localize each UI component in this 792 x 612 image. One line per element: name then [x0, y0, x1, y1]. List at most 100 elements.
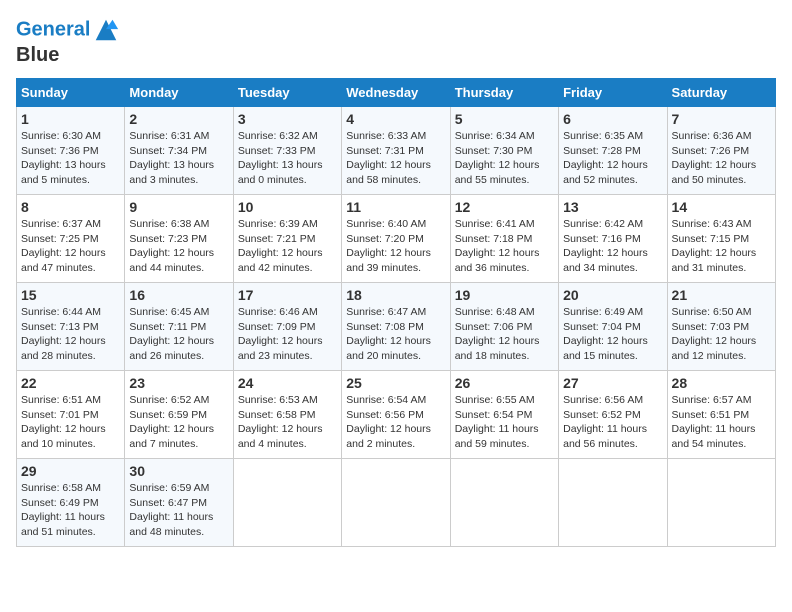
- day-info: Sunrise: 6:39 AMSunset: 7:21 PMDaylight:…: [238, 217, 337, 276]
- day-number: 12: [455, 199, 554, 215]
- calendar-cell: [667, 459, 775, 547]
- day-number: 30: [129, 463, 228, 479]
- day-info: Sunrise: 6:48 AMSunset: 7:06 PMDaylight:…: [455, 305, 554, 364]
- calendar-cell: 13 Sunrise: 6:42 AMSunset: 7:16 PMDayligh…: [559, 195, 667, 283]
- day-number: 3: [238, 111, 337, 127]
- header: GeneralBlue: [16, 16, 776, 66]
- calendar-cell: 20 Sunrise: 6:49 AMSunset: 7:04 PMDayligh…: [559, 283, 667, 371]
- day-number: 18: [346, 287, 445, 303]
- day-info: Sunrise: 6:40 AMSunset: 7:20 PMDaylight:…: [346, 217, 445, 276]
- calendar-cell: 8 Sunrise: 6:37 AMSunset: 7:25 PMDaylight…: [17, 195, 125, 283]
- day-info: Sunrise: 6:34 AMSunset: 7:30 PMDaylight:…: [455, 129, 554, 188]
- day-number: 24: [238, 375, 337, 391]
- day-info: Sunrise: 6:58 AMSunset: 6:49 PMDaylight:…: [21, 481, 120, 540]
- calendar-cell: 10Sunrise: 6:39 AMSunset: 7:21 PMDayligh…: [233, 195, 341, 283]
- calendar-cell: 12 Sunrise: 6:41 AMSunset: 7:18 PMDayligh…: [450, 195, 558, 283]
- calendar-cell: 19 Sunrise: 6:48 AMSunset: 7:06 PMDayligh…: [450, 283, 558, 371]
- day-number: 8: [21, 199, 120, 215]
- day-number: 7: [672, 111, 771, 127]
- day-info: Sunrise: 6:50 AMSunset: 7:03 PMDaylight:…: [672, 305, 771, 364]
- calendar-cell: 18 Sunrise: 6:47 AMSunset: 7:08 PMDayligh…: [342, 283, 450, 371]
- day-info: Sunrise: 6:32 AMSunset: 7:33 PMDaylight:…: [238, 129, 337, 188]
- calendar-cell: [233, 459, 341, 547]
- day-info: Sunrise: 6:33 AMSunset: 7:31 PMDaylight:…: [346, 129, 445, 188]
- calendar-cell: 1 Sunrise: 6:30 AMSunset: 7:36 PMDaylight…: [17, 107, 125, 195]
- calendar-cell: 11 Sunrise: 6:40 AMSunset: 7:20 PMDayligh…: [342, 195, 450, 283]
- day-info: Sunrise: 6:41 AMSunset: 7:18 PMDaylight:…: [455, 217, 554, 276]
- calendar-cell: [342, 459, 450, 547]
- day-number: 9: [129, 199, 228, 215]
- calendar-cell: 26Sunrise: 6:55 AMSunset: 6:54 PMDayligh…: [450, 371, 558, 459]
- col-header-saturday: Saturday: [667, 79, 775, 107]
- day-info: Sunrise: 6:36 AMSunset: 7:26 PMDaylight:…: [672, 129, 771, 188]
- calendar-cell: 22 Sunrise: 6:51 AMSunset: 7:01 PMDayligh…: [17, 371, 125, 459]
- day-info: Sunrise: 6:43 AMSunset: 7:15 PMDaylight:…: [672, 217, 771, 276]
- day-info: Sunrise: 6:44 AMSunset: 7:13 PMDaylight:…: [21, 305, 120, 364]
- day-info: Sunrise: 6:46 AMSunset: 7:09 PMDaylight:…: [238, 305, 337, 364]
- day-number: 5: [455, 111, 554, 127]
- day-info: Sunrise: 6:45 AMSunset: 7:11 PMDaylight:…: [129, 305, 228, 364]
- calendar-cell: 9 Sunrise: 6:38 AMSunset: 7:23 PMDaylight…: [125, 195, 233, 283]
- calendar-cell: 6 Sunrise: 6:35 AMSunset: 7:28 PMDaylight…: [559, 107, 667, 195]
- day-info: Sunrise: 6:42 AMSunset: 7:16 PMDaylight:…: [563, 217, 662, 276]
- day-number: 6: [563, 111, 662, 127]
- calendar-cell: 29Sunrise: 6:58 AMSunset: 6:49 PMDayligh…: [17, 459, 125, 547]
- col-header-thursday: Thursday: [450, 79, 558, 107]
- calendar-cell: 30 Sunrise: 6:59 AMSunset: 6:47 PMDayligh…: [125, 459, 233, 547]
- col-header-monday: Monday: [125, 79, 233, 107]
- day-number: 13: [563, 199, 662, 215]
- col-header-wednesday: Wednesday: [342, 79, 450, 107]
- day-info: Sunrise: 6:38 AMSunset: 7:23 PMDaylight:…: [129, 217, 228, 276]
- day-number: 14: [672, 199, 771, 215]
- day-number: 21: [672, 287, 771, 303]
- calendar-cell: 3 Sunrise: 6:32 AMSunset: 7:33 PMDaylight…: [233, 107, 341, 195]
- logo-text: GeneralBlue: [16, 16, 120, 66]
- day-info: Sunrise: 6:59 AMSunset: 6:47 PMDaylight:…: [129, 481, 228, 540]
- day-number: 19: [455, 287, 554, 303]
- day-number: 15: [21, 287, 120, 303]
- calendar-cell: 5 Sunrise: 6:34 AMSunset: 7:30 PMDaylight…: [450, 107, 558, 195]
- calendar-cell: 24 Sunrise: 6:53 AMSunset: 6:58 PMDayligh…: [233, 371, 341, 459]
- calendar-cell: 15 Sunrise: 6:44 AMSunset: 7:13 PMDayligh…: [17, 283, 125, 371]
- day-number: 20: [563, 287, 662, 303]
- calendar-cell: 7 Sunrise: 6:36 AMSunset: 7:26 PMDaylight…: [667, 107, 775, 195]
- day-info: Sunrise: 6:51 AMSunset: 7:01 PMDaylight:…: [21, 393, 120, 452]
- day-number: 27: [563, 375, 662, 391]
- calendar-cell: 27 Sunrise: 6:56 AMSunset: 6:52 PMDayligh…: [559, 371, 667, 459]
- day-info: Sunrise: 6:53 AMSunset: 6:58 PMDaylight:…: [238, 393, 337, 452]
- day-number: 4: [346, 111, 445, 127]
- col-header-friday: Friday: [559, 79, 667, 107]
- day-number: 22: [21, 375, 120, 391]
- day-number: 11: [346, 199, 445, 215]
- day-info: Sunrise: 6:52 AMSunset: 6:59 PMDaylight:…: [129, 393, 228, 452]
- calendar-cell: 14 Sunrise: 6:43 AMSunset: 7:15 PMDayligh…: [667, 195, 775, 283]
- day-number: 23: [129, 375, 228, 391]
- calendar-table: SundayMondayTuesdayWednesdayThursdayFrid…: [16, 78, 776, 547]
- day-info: Sunrise: 6:37 AMSunset: 7:25 PMDaylight:…: [21, 217, 120, 276]
- calendar-cell: 4 Sunrise: 6:33 AMSunset: 7:31 PMDaylight…: [342, 107, 450, 195]
- day-number: 2: [129, 111, 228, 127]
- day-number: 28: [672, 375, 771, 391]
- day-info: Sunrise: 6:47 AMSunset: 7:08 PMDaylight:…: [346, 305, 445, 364]
- calendar-cell: 2 Sunrise: 6:31 AMSunset: 7:34 PMDaylight…: [125, 107, 233, 195]
- day-info: Sunrise: 6:49 AMSunset: 7:04 PMDaylight:…: [563, 305, 662, 364]
- calendar-cell: 17 Sunrise: 6:46 AMSunset: 7:09 PMDayligh…: [233, 283, 341, 371]
- day-number: 1: [21, 111, 120, 127]
- day-info: Sunrise: 6:54 AMSunset: 6:56 PMDaylight:…: [346, 393, 445, 452]
- day-info: Sunrise: 6:56 AMSunset: 6:52 PMDaylight:…: [563, 393, 662, 452]
- day-number: 17: [238, 287, 337, 303]
- day-number: 16: [129, 287, 228, 303]
- calendar-cell: [450, 459, 558, 547]
- day-number: 25: [346, 375, 445, 391]
- logo: GeneralBlue: [16, 16, 120, 66]
- calendar-cell: 23 Sunrise: 6:52 AMSunset: 6:59 PMDayligh…: [125, 371, 233, 459]
- day-number: 26: [455, 375, 554, 391]
- calendar-cell: 25 Sunrise: 6:54 AMSunset: 6:56 PMDayligh…: [342, 371, 450, 459]
- day-info: Sunrise: 6:30 AMSunset: 7:36 PMDaylight:…: [21, 129, 120, 188]
- calendar-cell: [559, 459, 667, 547]
- day-info: Sunrise: 6:31 AMSunset: 7:34 PMDaylight:…: [129, 129, 228, 188]
- day-info: Sunrise: 6:35 AMSunset: 7:28 PMDaylight:…: [563, 129, 662, 188]
- day-info: Sunrise: 6:57 AMSunset: 6:51 PMDaylight:…: [672, 393, 771, 452]
- col-header-tuesday: Tuesday: [233, 79, 341, 107]
- col-header-sunday: Sunday: [17, 79, 125, 107]
